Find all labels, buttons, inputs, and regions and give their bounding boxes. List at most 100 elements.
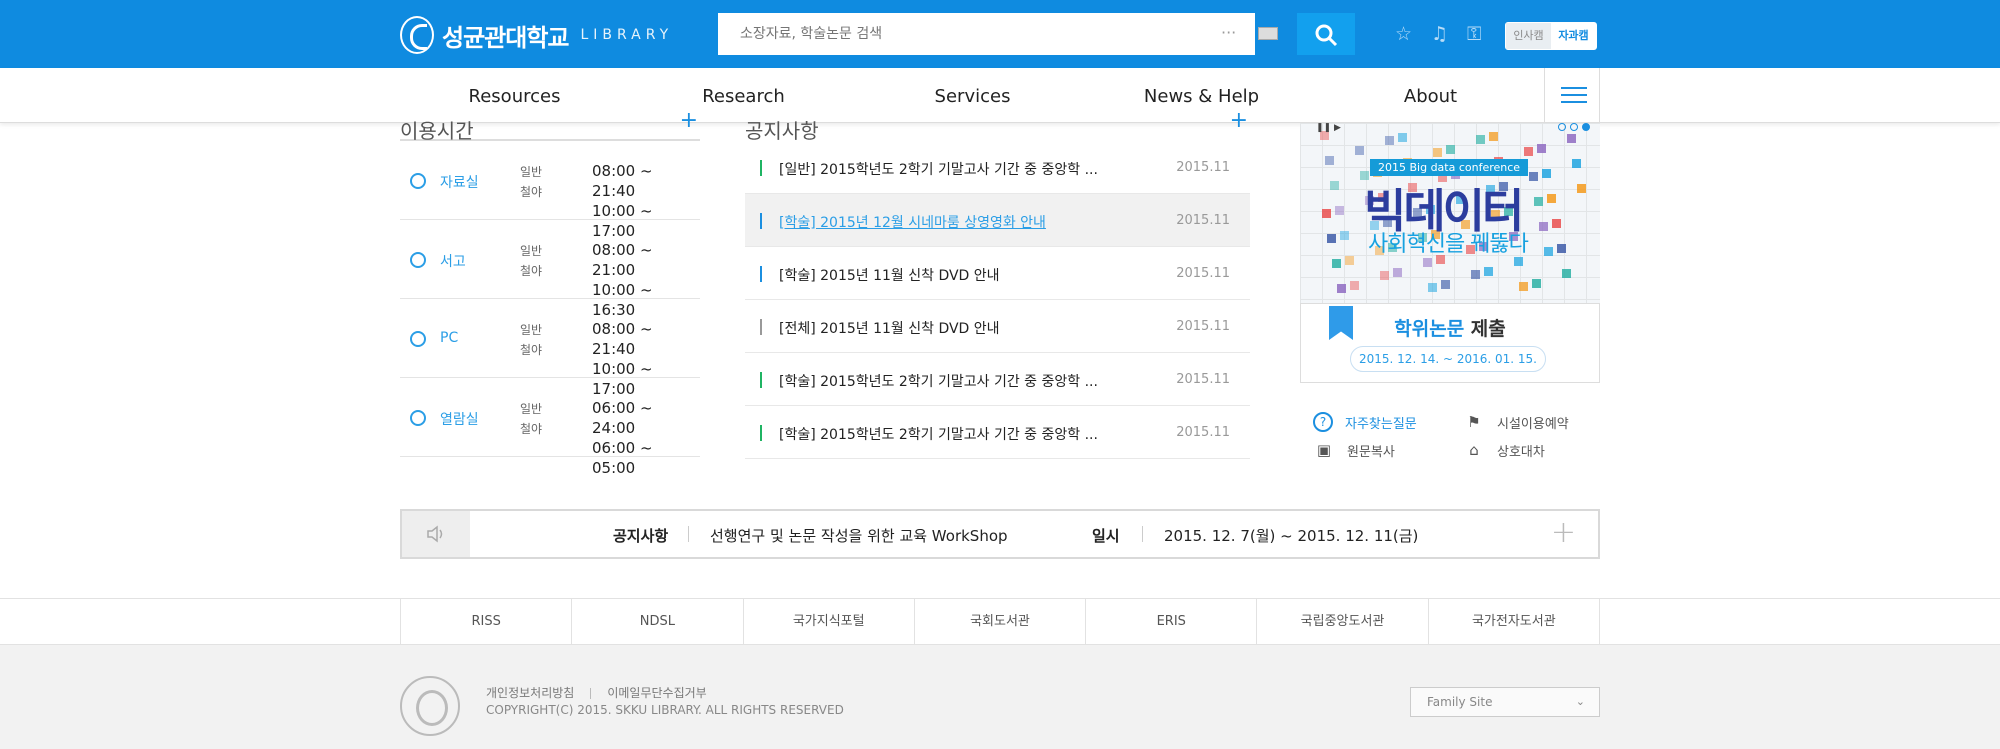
search-icon [1315, 24, 1338, 47]
ticker-date: 2015. 12. 7(월) ~ 2015. 12. 11(금) [1164, 527, 1419, 545]
library-logo[interactable]: 성균관대학교 LIBRARY [400, 14, 673, 56]
notices-title: 공지사항 + [745, 108, 1250, 143]
banner-square [1539, 222, 1548, 231]
hours-row: 서고 일반 철야 08:00 ~ 21:00 10:00 ~ 16:30 [400, 220, 700, 319]
search-input[interactable] [718, 13, 1203, 55]
notice-ticker: 공지사항 선행연구 및 논문 작성을 위한 교육 WorkShop 일시 201… [400, 509, 1600, 559]
campus-humanities-button[interactable]: 인사캠 [1506, 23, 1551, 49]
notice-title[interactable]: [일반] 2015학년도 2학기 기말고사 기간 중 중앙학 ... [779, 159, 1098, 179]
banner-square [1345, 256, 1354, 265]
copyright: COPYRIGHT(C) 2015. SKKU LIBRARY. ALL RIG… [486, 703, 844, 717]
banner-square [1476, 135, 1485, 144]
banner-square [1471, 270, 1480, 279]
thesis-submission-banner[interactable]: 학위논문 제출 2015. 12. 14. ~ 2016. 01. 15. [1300, 303, 1600, 383]
notice-title[interactable]: [학술] 2015년 11월 신착 DVD 안내 [779, 265, 1000, 285]
banner-square [1355, 146, 1364, 155]
quick-faq[interactable]: ? 자주찾는질문 [1313, 411, 1417, 433]
notice-row[interactable]: [학술] 2015학년도 2학기 기말고사 기간 중 중앙학 ... 2015.1… [745, 353, 1250, 406]
notice-category-bar [760, 266, 762, 282]
hours-title: 이용시간 + [400, 108, 700, 143]
notice-row[interactable]: [학술] 2015학년도 2학기 기말고사 기간 중 중앙학 ... 2015.1… [745, 406, 1250, 459]
link-riss[interactable]: RISS [401, 599, 573, 645]
banner-square [1327, 234, 1336, 243]
ticker-separator [1142, 526, 1143, 542]
footer: 개인정보처리방침 이메일무단수집거부 COPYRIGHT(C) 2015. SKK… [0, 644, 2000, 749]
ticker-more-button[interactable]: + [1551, 515, 1576, 550]
banner-pause-icon[interactable]: ❚❚ ▶ [1316, 123, 1341, 133]
banner-square [1423, 258, 1432, 267]
banner-square [1489, 132, 1498, 141]
room-name[interactable]: 서고 [440, 251, 466, 271]
footer-separator [590, 688, 592, 699]
notice-row[interactable]: [학술] 2015년 12월 시네마룸 상영영화 안내 2015.11 [745, 194, 1250, 247]
room-name[interactable]: 열람실 [440, 409, 479, 429]
quick-ill[interactable]: ⌂ 상호대차 [1463, 439, 1545, 461]
quick-label: 상호대차 [1497, 444, 1545, 460]
notices-title-text: 공지사항 [745, 119, 819, 143]
search-button[interactable] [1297, 13, 1355, 55]
notice-date: 2015.11 [1176, 213, 1230, 228]
pager-dot[interactable] [1558, 123, 1566, 131]
pager-dot[interactable] [1570, 123, 1578, 131]
notice-row[interactable]: [일반] 2015학년도 2학기 기말고사 기간 중 중앙학 ... 2015.1… [745, 141, 1250, 194]
quick-facility[interactable]: ⚑ 시설이용예약 [1463, 411, 1569, 433]
banner-square [1380, 271, 1389, 280]
banner-square [1398, 133, 1407, 142]
email-policy-link[interactable]: 이메일무단수집거부 [607, 686, 706, 700]
banner-square [1332, 259, 1341, 268]
campus-natural-button[interactable]: 자과캠 [1551, 23, 1596, 49]
flag-icon: ⚑ [1467, 413, 1481, 431]
link-knowledge-portal[interactable]: 국가지식포털 [744, 599, 915, 645]
pager-dot[interactable] [1582, 123, 1590, 131]
link-national-digital-library[interactable]: 국가전자도서관 [1429, 599, 1600, 645]
banner-square [1557, 244, 1566, 253]
thesis-title-rest: 제출 [1464, 318, 1506, 340]
clock-icon [410, 410, 426, 426]
notice-title[interactable]: [전체] 2015년 11월 신착 DVD 안내 [779, 318, 1000, 338]
room-name[interactable]: 자료실 [440, 172, 479, 192]
link-national-assembly-library[interactable]: 국회도서관 [915, 599, 1087, 645]
banner-square [1441, 280, 1450, 289]
banner-square [1532, 279, 1541, 288]
hours-row: 열람실 일반 철야 06:00 ~ 24:00 06:00 ~ 05:00 [400, 378, 700, 477]
clock-icon [410, 331, 426, 347]
ticker-text[interactable]: 선행연구 및 논문 작성을 위한 교육 WorkShop [710, 525, 1008, 546]
notice-row[interactable]: [전체] 2015년 11월 신착 DVD 안내 2015.11 [745, 300, 1250, 353]
family-site-label: Family Site [1427, 695, 1493, 709]
banner-square [1337, 284, 1346, 293]
search-options-button[interactable]: ··· [1221, 23, 1236, 42]
family-site-select[interactable]: Family Site ⌄ [1410, 687, 1600, 717]
banner-square [1393, 268, 1402, 277]
hours-time: 08:00 ~ 21:40 [592, 320, 653, 358]
banner-square [1562, 269, 1571, 278]
search-box: ··· [718, 13, 1278, 55]
hours-kind: 철야 [520, 422, 543, 436]
link-ndsl[interactable]: NDSL [572, 599, 744, 645]
hours-row: PC 일반 철야 08:00 ~ 21:40 10:00 ~ 17:00 [400, 299, 700, 398]
notice-row[interactable]: [학술] 2015년 11월 신착 DVD 안내 2015.11 [745, 247, 1250, 300]
notice-title[interactable]: [학술] 2015학년도 2학기 기말고사 기간 중 중앙학 ... [779, 371, 1098, 391]
notice-title[interactable]: [학술] 2015년 12월 시네마룸 상영영화 안내 [779, 212, 1046, 232]
lock-icon[interactable]: ⚿ [1467, 24, 1487, 44]
banner-square [1552, 219, 1561, 228]
logo-sub: LIBRARY [580, 27, 674, 43]
nav-about[interactable]: About [1316, 68, 1545, 123]
keyboard-icon[interactable] [1258, 27, 1278, 40]
hours-more-button[interactable]: + [680, 108, 698, 133]
hours-kind: 철야 [520, 185, 543, 199]
room-name[interactable]: PC [440, 330, 458, 346]
university-seal-icon [400, 676, 460, 736]
star-icon[interactable]: ☆ [1395, 24, 1415, 44]
bell-icon[interactable]: ♫ [1431, 24, 1451, 44]
link-national-library[interactable]: 국립중앙도서관 [1257, 599, 1429, 645]
banner-square [1547, 194, 1556, 203]
notice-title[interactable]: [학술] 2015학년도 2학기 기말고사 기간 중 중앙학 ... [779, 424, 1098, 444]
link-eris[interactable]: ERIS [1086, 599, 1258, 645]
banner-square [1544, 247, 1553, 256]
hours-kind: 일반 [520, 244, 543, 258]
bigdata-banner[interactable]: ❚❚ ▶ 2015 Big data conference 빅데이터 사회혁신을… [1300, 123, 1600, 303]
quick-copy[interactable]: ▣ 원문복사 [1313, 439, 1395, 461]
privacy-policy-link[interactable]: 개인정보처리방침 [486, 686, 574, 700]
hamburger-menu-button[interactable] [1544, 68, 1600, 123]
notices-more-button[interactable]: + [1230, 108, 1248, 133]
